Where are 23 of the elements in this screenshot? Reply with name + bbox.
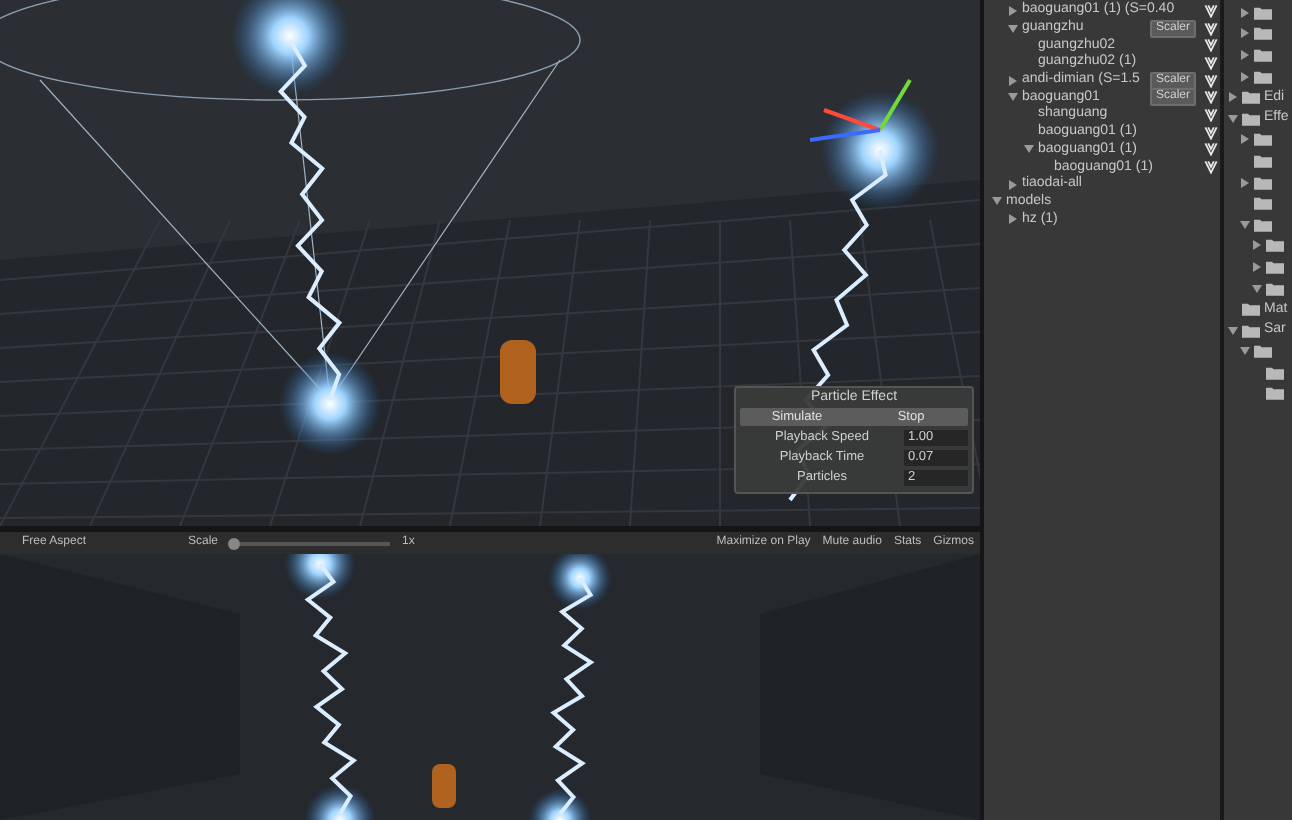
expanded-arrow-icon[interactable] xyxy=(992,196,1002,207)
collapsed-arrow-icon[interactable] xyxy=(1228,92,1238,103)
collapsed-arrow-icon[interactable] xyxy=(1240,177,1250,188)
expanded-arrow-icon[interactable] xyxy=(1228,325,1238,336)
expanded-arrow-icon[interactable] xyxy=(1252,283,1262,294)
expanded-arrow-icon[interactable] xyxy=(1008,92,1018,103)
collapsed-arrow-icon[interactable] xyxy=(1008,5,1018,16)
collapsed-arrow-icon[interactable] xyxy=(1240,71,1250,82)
expanded-arrow-icon[interactable] xyxy=(1240,219,1250,230)
collapsed-arrow-icon[interactable] xyxy=(1008,214,1018,225)
collapsed-arrow-icon[interactable] xyxy=(1240,134,1250,145)
collapsed-arrow-icon[interactable] xyxy=(1008,75,1018,86)
expanded-arrow-icon[interactable] xyxy=(1240,346,1250,357)
slider-thumb[interactable] xyxy=(228,537,241,549)
collapsed-arrow-icon[interactable] xyxy=(1240,49,1250,60)
expanded-arrow-icon[interactable] xyxy=(1008,23,1018,34)
expanded-arrow-icon[interactable] xyxy=(1228,113,1238,124)
collapsed-arrow-icon[interactable] xyxy=(1252,240,1262,251)
collapsed-arrow-icon[interactable] xyxy=(1252,261,1262,272)
collapsed-arrow-icon[interactable] xyxy=(1240,7,1250,18)
collapsed-arrow-icon[interactable] xyxy=(1240,28,1250,39)
expanded-arrow-icon[interactable] xyxy=(1024,144,1034,155)
collapsed-arrow-icon[interactable] xyxy=(1008,179,1018,190)
